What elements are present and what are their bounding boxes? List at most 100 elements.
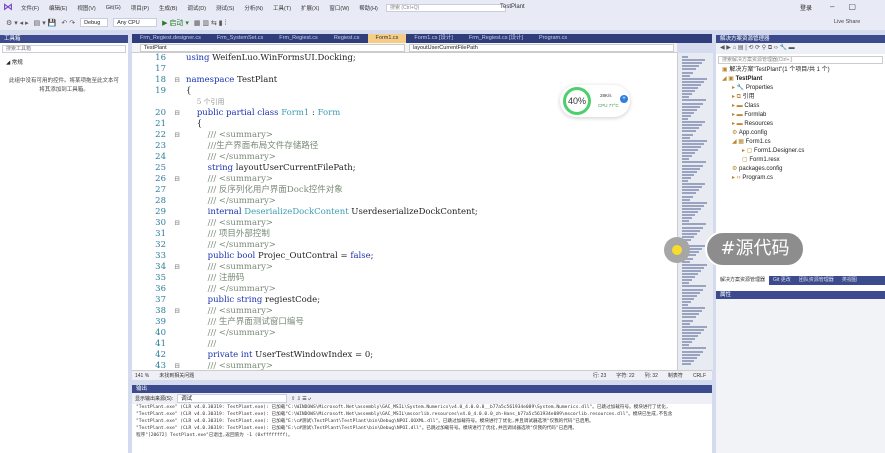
menu-item-10[interactable]: 扩展(X)	[301, 4, 319, 12]
fold-icon[interactable]	[168, 284, 186, 295]
tab-6[interactable]: Frm_Regiest.cs [设计]	[461, 34, 531, 43]
code-text[interactable]: /// </summary>	[186, 328, 276, 339]
menu-item-2[interactable]: 视图(V)	[77, 4, 95, 12]
tab-0[interactable]: Frm_Regiest.designer.cs	[132, 34, 209, 43]
toolbox-group-general[interactable]: ◢ 常规	[0, 55, 128, 69]
fold-icon[interactable]	[168, 141, 186, 152]
fold-icon[interactable]	[168, 64, 186, 75]
code-text[interactable]: /// <summary>	[186, 306, 273, 317]
solution-toolbar[interactable]: ◀ ▶ ⌂ ▤ | ⟲ ⟳ ⚲ ⧉ ‹› 🔧 ▬	[716, 43, 885, 54]
platform-select[interactable]: Any CPU	[113, 18, 158, 27]
code-text[interactable]: /// <summary>	[186, 218, 273, 229]
output-text[interactable]: "TestPlant.exe" (CLR v4.0.30319: TestPla…	[132, 404, 712, 439]
code-line[interactable]: 38 ⊟ /// <summary>	[132, 306, 677, 317]
code-line[interactable]: 42 private int UserTestWindowIndex = 0;	[132, 350, 677, 361]
solution-tab-3[interactable]: 类视图	[838, 276, 861, 285]
solution-search-input[interactable]: 搜索解决方案资源管理器(Ctrl+;)	[718, 56, 883, 64]
tree-item[interactable]: ▣ 解决方案"TestPlant"(1 个项目/共 1 个)	[716, 66, 885, 75]
tree-item[interactable]: ▸ ▢ Form1.Designer.cs	[716, 147, 885, 156]
menu-item-11[interactable]: 窗口(W)	[329, 4, 349, 12]
project-dropdown[interactable]: TestPlant	[140, 43, 405, 52]
zoom-level[interactable]: 141 %	[135, 373, 149, 379]
code-line[interactable]: 39 /// 生产界面测试窗口编号	[132, 317, 677, 328]
fold-icon[interactable]	[168, 273, 186, 284]
code-text[interactable]: /// <summary>	[186, 174, 273, 185]
code-text[interactable]: ///生产界面布局文件存储路径	[186, 141, 319, 152]
code-line[interactable]: 34 ⊟ /// <summary>	[132, 262, 677, 273]
fold-icon[interactable]	[168, 97, 186, 108]
fold-icon[interactable]	[168, 185, 186, 196]
code-line[interactable]: 16 using WeifenLuo.WinFormsUI.Docking;	[132, 53, 677, 64]
code-text[interactable]: {	[186, 119, 202, 130]
code-text[interactable]: /// </summary>	[186, 196, 276, 207]
tab-4[interactable]: Form1.cs	[367, 34, 407, 43]
toolbar-icons[interactable]: ▦ ▥ ⇆ ▮ ⁞	[194, 19, 227, 27]
fold-icon[interactable]: ⊟	[168, 361, 186, 370]
member-dropdown[interactable]: layoutUserCurrentFilePath	[409, 43, 674, 52]
code-line[interactable]: 17	[132, 64, 677, 75]
tree-item[interactable]: ▸ ▬ Class	[716, 102, 885, 111]
fold-icon[interactable]	[168, 119, 186, 130]
tree-item[interactable]: ◢ ▦ Form1.cs	[716, 138, 885, 147]
fold-icon[interactable]	[168, 152, 186, 163]
fold-icon[interactable]	[168, 295, 186, 306]
code-line[interactable]: 31 /// 项目外部控制	[132, 229, 677, 240]
code-line[interactable]: 35 /// 注册码	[132, 273, 677, 284]
menu-item-0[interactable]: 文件(F)	[21, 4, 39, 12]
code-line[interactable]: 43 ⊟ /// <summary>	[132, 361, 677, 370]
code-text[interactable]: /// 项目外部控制	[186, 229, 270, 240]
tab-7[interactable]: Program.cs	[531, 34, 575, 43]
fold-icon[interactable]: ⊟	[168, 218, 186, 229]
menu-item-9[interactable]: 工具(T)	[273, 4, 291, 12]
tab-5[interactable]: Form1.cs [设计]	[406, 34, 461, 43]
tree-item[interactable]: ⚙ packages.config	[716, 165, 885, 174]
output-source-select[interactable]: 调试	[177, 394, 288, 403]
solution-tab-2[interactable]: 团队资源管理器	[795, 276, 838, 285]
menu-item-6[interactable]: 调试(D)	[187, 4, 206, 12]
menu-item-3[interactable]: Git(G)	[106, 5, 121, 11]
menu-item-12[interactable]: 帮助(H)	[359, 4, 378, 12]
code-line[interactable]: 26 ⊟ /// <summary>	[132, 174, 677, 185]
tree-item[interactable]: ▢ Form1.resx	[716, 156, 885, 165]
code-text[interactable]: /// 生产界面测试窗口编号	[186, 317, 304, 328]
config-select[interactable]: Debug	[80, 18, 109, 27]
code-text[interactable]: 5 个引用	[186, 97, 225, 108]
code-text[interactable]: ///	[186, 339, 217, 350]
code-line[interactable]: 37 public string regiestCode;	[132, 295, 677, 306]
code-text[interactable]: /// <summary>	[186, 361, 273, 370]
fold-icon[interactable]	[168, 207, 186, 218]
code-line[interactable]: 24 /// </summary>	[132, 152, 677, 163]
live-share-button[interactable]: Live Share	[834, 19, 860, 25]
save-icon[interactable]: ▤ ▾ 💾	[34, 19, 57, 27]
output-toolbar-icons[interactable]: ⇧ ⇩ ☰ ⤶	[291, 396, 311, 402]
tab-2[interactable]: Frm_Regiest.cs	[271, 34, 326, 43]
tree-item[interactable]: ▸ ▬ Resources	[716, 120, 885, 129]
fold-icon[interactable]	[168, 86, 186, 97]
fold-icon[interactable]: ⊟	[168, 262, 186, 273]
menu-item-1[interactable]: 编辑(E)	[49, 4, 67, 12]
tree-item[interactable]: ◢ ▣ TestPlant	[716, 75, 885, 84]
tree-item[interactable]: ⚙ App.config	[716, 129, 885, 138]
code-line[interactable]: 33 public bool Projec_OutContral = false…	[132, 251, 677, 262]
code-line[interactable]: 27 /// 反序列化用户界面Dock控件对象	[132, 185, 677, 196]
code-text[interactable]: public string regiestCode;	[186, 295, 320, 306]
code-line[interactable]: 40 /// </summary>	[132, 328, 677, 339]
line-ending[interactable]: CRLF	[693, 373, 706, 379]
code-text[interactable]: /// <summary>	[186, 262, 273, 273]
tree-item[interactable]: ▸ ⧉ 引用	[716, 93, 885, 102]
code-text[interactable]: string layoutUserCurrentFilePath;	[186, 163, 356, 174]
fold-icon[interactable]	[168, 251, 186, 262]
fold-icon[interactable]	[168, 317, 186, 328]
code-line[interactable]: 32 /// </summary>	[132, 240, 677, 251]
indent-mode[interactable]: 制表符	[668, 372, 683, 379]
minimap-scrollbar[interactable]	[677, 53, 713, 370]
undo-icon[interactable]: ↶ ↷	[61, 19, 75, 27]
tab-3[interactable]: Regiest.cs	[326, 34, 368, 43]
fold-icon[interactable]	[168, 240, 186, 251]
code-line[interactable]: 41 ///	[132, 339, 677, 350]
fold-icon[interactable]: ⊟	[168, 130, 186, 141]
tab-1[interactable]: Frm_SystemSet.cs	[209, 34, 271, 43]
code-text[interactable]: namespace TestPlant	[186, 75, 277, 86]
code-text[interactable]: internal DeserializeDockContent Userdese…	[186, 207, 478, 218]
solution-tab-1[interactable]: Git 更改	[769, 276, 795, 285]
